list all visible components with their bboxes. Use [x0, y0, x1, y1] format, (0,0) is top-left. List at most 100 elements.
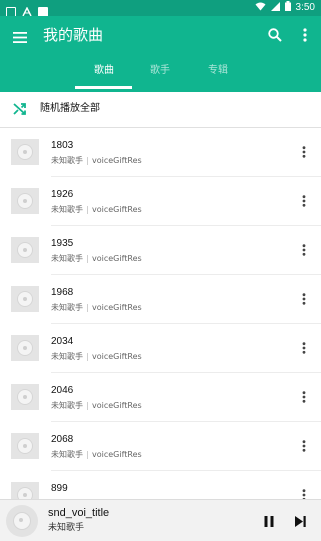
- song-row[interactable]: 1968 未知歌手 voiceGiftRes: [0, 275, 321, 324]
- song-album: voiceGiftRes: [92, 450, 142, 459]
- song-artist: 未知歌手: [51, 303, 83, 312]
- search-icon: [268, 28, 282, 42]
- tab-artists[interactable]: 歌手: [132, 64, 188, 78]
- notification-square-icon: [6, 6, 16, 17]
- song-row[interactable]: 2034 未知歌手 voiceGiftRes: [0, 324, 321, 373]
- status-bar: 3:50: [0, 0, 321, 17]
- album-cover: [11, 384, 39, 410]
- pause-button[interactable]: [259, 511, 279, 531]
- song-album: voiceGiftRes: [92, 303, 142, 312]
- cell-signal-icon: [270, 1, 280, 14]
- next-button[interactable]: [290, 511, 310, 531]
- song-meta: 未知歌手 voiceGiftRes: [51, 400, 142, 411]
- disc-icon: [17, 242, 33, 258]
- song-album: voiceGiftRes: [92, 352, 142, 361]
- tab-songs[interactable]: 歌曲: [76, 64, 132, 78]
- song-artist: 未知歌手: [51, 205, 83, 214]
- pause-icon: [264, 515, 274, 527]
- album-cover: [11, 237, 39, 263]
- song-more-button[interactable]: [297, 338, 311, 358]
- song-row[interactable]: 1803 未知歌手 voiceGiftRes: [0, 128, 321, 177]
- status-right: 3:50: [255, 1, 315, 14]
- song-album: voiceGiftRes: [92, 205, 142, 214]
- meta-separator: [87, 352, 88, 361]
- more-vert-icon: [302, 391, 306, 403]
- tab-bar: 歌曲 歌手 专辑: [0, 58, 321, 92]
- disc-icon: [13, 512, 31, 530]
- album-cover: [11, 139, 39, 165]
- menu-button[interactable]: [9, 26, 31, 48]
- song-more-button[interactable]: [297, 289, 311, 309]
- disc-icon: [17, 193, 33, 209]
- song-title: 1926: [51, 189, 74, 200]
- more-vert-icon: [303, 28, 307, 42]
- song-meta: 未知歌手 voiceGiftRes: [51, 204, 142, 215]
- song-artist: 未知歌手: [51, 450, 83, 459]
- meta-separator: [87, 401, 88, 410]
- song-title: 1968: [51, 287, 74, 298]
- disc-icon: [17, 340, 33, 356]
- song-album: voiceGiftRes: [92, 401, 142, 410]
- song-row[interactable]: 1926 未知歌手 voiceGiftRes: [0, 177, 321, 226]
- more-vert-icon: [302, 440, 306, 452]
- more-vert-icon: [302, 293, 306, 305]
- overflow-menu-button[interactable]: [295, 24, 315, 46]
- song-artist: 未知歌手: [51, 352, 83, 361]
- page-title: 我的歌曲: [43, 26, 104, 44]
- song-meta: 未知歌手 voiceGiftRes: [51, 155, 142, 166]
- song-artist: 未知歌手: [51, 156, 83, 165]
- album-cover: [11, 188, 39, 214]
- album-cover: [11, 335, 39, 361]
- more-vert-icon: [302, 244, 306, 256]
- meta-separator: [87, 254, 88, 263]
- tab-albums[interactable]: 专辑: [190, 64, 246, 78]
- song-title: 1803: [51, 140, 74, 151]
- song-artist: 未知歌手: [51, 254, 83, 263]
- song-meta: 未知歌手 voiceGiftRes: [51, 253, 142, 264]
- app-bar: 我的歌曲 歌曲 歌手 专辑: [0, 16, 321, 92]
- battery-icon: [284, 1, 291, 14]
- mini-player[interactable]: snd_voi_title 未知歌手: [0, 499, 321, 541]
- song-meta: 未知歌手 voiceGiftRes: [51, 302, 142, 313]
- meta-separator: [87, 303, 88, 312]
- shuffle-all-label: 随机播放全部: [40, 103, 100, 114]
- song-title: 1935: [51, 238, 74, 249]
- song-album: voiceGiftRes: [92, 254, 142, 263]
- song-more-button[interactable]: [297, 191, 311, 211]
- song-album: voiceGiftRes: [92, 156, 142, 165]
- song-row[interactable]: 2046 未知歌手 voiceGiftRes: [0, 373, 321, 422]
- disc-icon: [17, 438, 33, 454]
- now-playing-artist: 未知歌手: [48, 523, 85, 533]
- song-artist: 未知歌手: [51, 401, 83, 410]
- album-cover: [11, 286, 39, 312]
- search-button[interactable]: [264, 24, 286, 46]
- song-title: 2046: [51, 385, 74, 396]
- song-meta: 未知歌手 voiceGiftRes: [51, 449, 142, 460]
- song-more-button[interactable]: [297, 387, 311, 407]
- song-more-button[interactable]: [297, 142, 311, 162]
- wifi-icon: [255, 2, 266, 14]
- more-vert-icon: [302, 342, 306, 354]
- song-title: 2068: [51, 434, 74, 445]
- song-more-button[interactable]: [297, 436, 311, 456]
- disc-icon: [17, 291, 33, 307]
- status-time: 3:50: [295, 2, 315, 13]
- album-cover: [11, 433, 39, 459]
- song-meta: 未知歌手 voiceGiftRes: [51, 351, 142, 362]
- now-playing-title: snd_voi_title: [48, 507, 110, 519]
- song-row[interactable]: 2068 未知歌手 voiceGiftRes: [0, 422, 321, 471]
- shuffle-icon: [13, 103, 26, 115]
- meta-separator: [87, 205, 88, 214]
- now-playing-cover: [6, 505, 38, 537]
- more-vert-icon: [302, 146, 306, 158]
- song-title: 2034: [51, 336, 74, 347]
- shuffle-all-row[interactable]: 随机播放全部: [0, 92, 321, 127]
- song-row[interactable]: 1935 未知歌手 voiceGiftRes: [0, 226, 321, 275]
- meta-separator: [87, 450, 88, 459]
- song-more-button[interactable]: [297, 240, 311, 260]
- tab-indicator: [75, 86, 132, 89]
- meta-separator: [87, 156, 88, 165]
- disc-icon: [17, 389, 33, 405]
- menu-icon: [13, 31, 27, 43]
- song-title: 899: [51, 483, 68, 494]
